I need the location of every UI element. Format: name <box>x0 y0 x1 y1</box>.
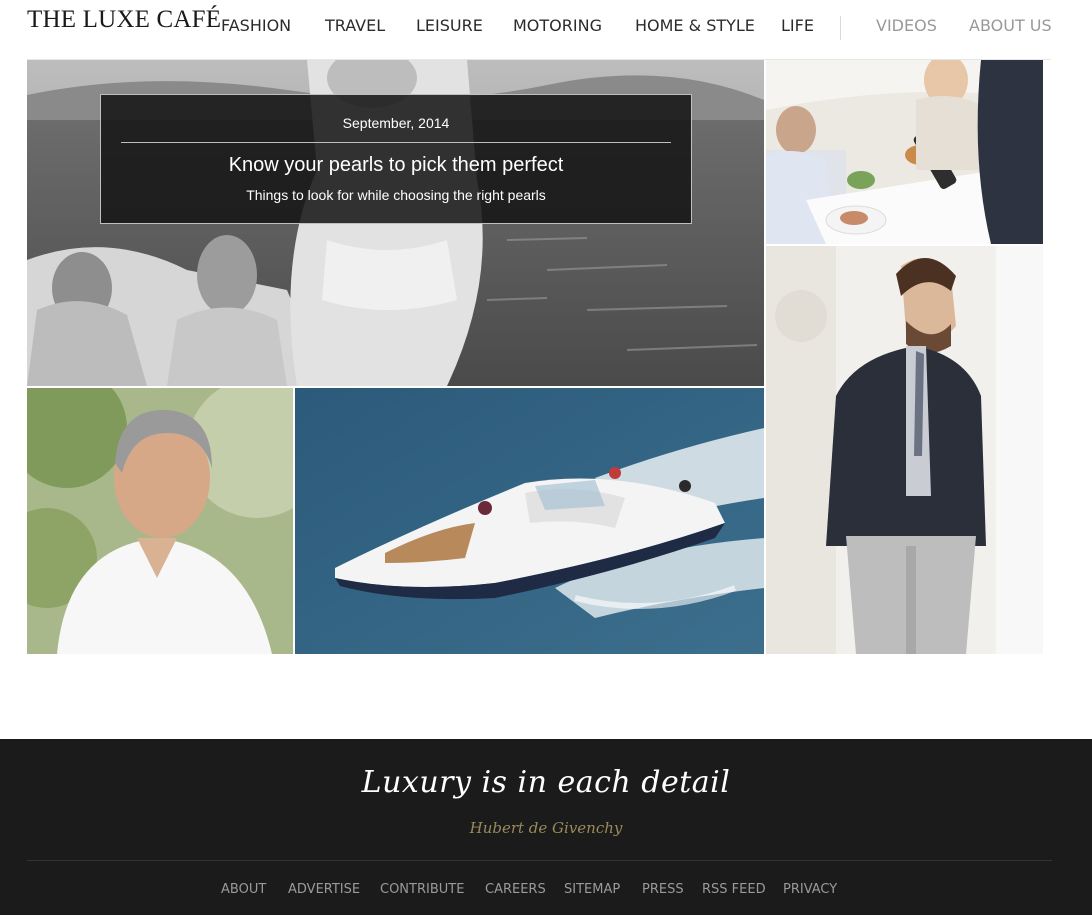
feature-date: September, 2014 <box>342 115 450 131</box>
nav-motoring[interactable]: MOTORING <box>513 16 602 35</box>
footer-nav: ABOUT ADVERTISE CONTRIBUTE CAREERS SITEM… <box>0 882 1092 898</box>
inflight-dining-photo <box>766 60 1043 244</box>
main-nav: FASHION TRAVEL LEISURE MOTORING HOME & S… <box>0 16 1092 38</box>
mens-fashion-photo <box>766 246 1043 654</box>
feature-subtitle: Things to look for while choosing the ri… <box>246 187 546 203</box>
speedboat-photo <box>295 388 764 654</box>
footer-link-press[interactable]: PRESS <box>642 882 684 897</box>
tile-speedboat[interactable] <box>295 388 764 654</box>
feature-title[interactable]: Know your pearls to pick them perfect <box>101 154 691 177</box>
tile-mens-fashion[interactable] <box>766 246 1043 654</box>
feature-caption-card[interactable]: September, 2014 Know your pearls to pick… <box>100 94 692 224</box>
nav-fashion[interactable]: FASHION <box>221 16 291 35</box>
nav-videos[interactable]: VIDEOS <box>876 16 937 35</box>
nav-life[interactable]: LIFE <box>781 16 814 35</box>
footer-link-privacy[interactable]: PRIVACY <box>783 882 837 897</box>
footer-link-rss-feed[interactable]: RSS FEED <box>702 882 766 897</box>
nav-home-style[interactable]: HOME & STYLE <box>635 16 755 35</box>
footer-link-about[interactable]: ABOUT <box>221 882 266 897</box>
tile-celebrity-portrait[interactable] <box>27 388 293 654</box>
footer-link-advertise[interactable]: ADVERTISE <box>288 882 360 897</box>
footer-link-sitemap[interactable]: SITEMAP <box>564 882 620 897</box>
feature-caption-divider <box>121 142 671 143</box>
footer-quote: Luxury is in each detail <box>361 765 731 800</box>
nav-about-us[interactable]: ABOUT US <box>969 16 1052 35</box>
site-footer: Luxury is in each detail Hubert de Given… <box>0 739 1092 915</box>
footer-link-contribute[interactable]: CONTRIBUTE <box>380 882 464 897</box>
tile-inflight-dining[interactable] <box>766 60 1043 244</box>
nav-divider <box>840 16 841 40</box>
celebrity-portrait-photo <box>27 388 293 654</box>
footer-quote-author: Hubert de Givenchy <box>469 819 623 837</box>
nav-travel[interactable]: TRAVEL <box>325 16 385 35</box>
site-header: THE LUXE CAFÉ FASHION TRAVEL LEISURE MOT… <box>0 0 1092 60</box>
footer-link-careers[interactable]: CAREERS <box>485 882 546 897</box>
nav-leisure[interactable]: LEISURE <box>416 16 483 35</box>
footer-divider <box>27 860 1052 861</box>
